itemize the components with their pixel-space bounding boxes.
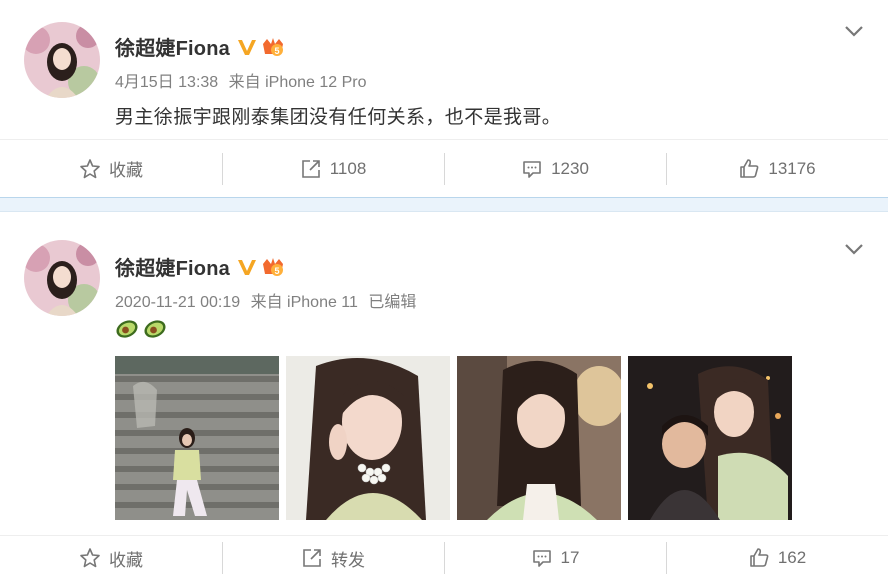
avocado-emoji [144, 320, 166, 338]
post-meta: 4月15日 13:38 来自 iPhone 12 Pro [115, 68, 367, 92]
username[interactable]: 徐超婕Fiona [115, 252, 230, 281]
repost-count: 1108 [329, 158, 367, 178]
action-bar: 收藏 1108 1230 13176 [0, 139, 888, 197]
post-emojis [115, 318, 167, 340]
comment-bubble-icon [523, 160, 541, 178]
thumbs-up-icon [740, 158, 759, 178]
edited-label[interactable]: 已编辑 [368, 294, 416, 311]
post-photo[interactable] [628, 356, 792, 520]
username[interactable]: 徐超婕Fiona [115, 32, 230, 61]
chevron-down-icon[interactable] [844, 24, 864, 38]
post-source: 来自 iPhone 11 [250, 294, 358, 311]
post-card: 徐超婕Fiona 5 4月15日 13:38 来自 iPhone 12 Pro … [0, 0, 888, 197]
post-source: 来自 iPhone 12 Pro [228, 74, 367, 91]
repost-label: 转发 [331, 550, 365, 570]
post-timestamp[interactable]: 2020-11-21 00:19 [115, 294, 240, 311]
share-arrow-icon [301, 159, 320, 178]
share-arrow-icon [303, 549, 321, 567]
star-icon [80, 548, 100, 568]
star-icon [80, 158, 100, 178]
post-photo[interactable] [286, 356, 450, 520]
feed-divider [0, 197, 888, 212]
favorite-button[interactable]: 收藏 [0, 153, 222, 185]
avocado-emoji [116, 320, 138, 338]
post-timestamp[interactable]: 4月15日 13:38 [115, 74, 218, 91]
like-count: 13176 [768, 158, 816, 178]
favorite-button[interactable]: 收藏 [0, 542, 222, 574]
photo-grid [115, 356, 792, 520]
svg-text:5: 5 [274, 266, 279, 276]
level-badge-icon: 5 [262, 257, 283, 276]
post-text: 男主徐振宇跟刚泰集团没有任何关系，也不是我哥。 [115, 107, 562, 128]
svg-text:5: 5 [274, 46, 279, 56]
post-photo[interactable] [115, 356, 279, 520]
verified-badge-icon [237, 39, 256, 55]
like-button[interactable]: 13176 [666, 152, 888, 185]
level-badge-icon: 5 [262, 37, 283, 56]
action-bar: 收藏 转发 17 162 [0, 535, 888, 580]
post-photo[interactable] [457, 356, 621, 520]
comment-count: 1230 [551, 158, 589, 178]
like-button[interactable]: 162 [666, 542, 888, 574]
repost-button[interactable]: 转发 [222, 542, 444, 574]
comment-button[interactable]: 1230 [444, 152, 666, 185]
comment-count: 17 [560, 548, 580, 567]
favorite-label: 收藏 [109, 161, 143, 180]
favorite-label: 收藏 [109, 550, 143, 570]
verified-badge-icon [237, 259, 256, 275]
like-count: 162 [777, 548, 807, 567]
user-avatar[interactable] [24, 240, 100, 316]
chevron-down-icon[interactable] [844, 242, 864, 256]
comment-bubble-icon [532, 550, 551, 567]
post-meta: 2020-11-21 00:19 来自 iPhone 11 已编辑 [115, 288, 416, 312]
repost-button[interactable]: 1108 [222, 152, 444, 185]
thumbs-up-icon [750, 548, 769, 567]
user-avatar[interactable] [24, 22, 100, 98]
post-card: 徐超婕Fiona 5 2020-11-21 00:19 来自 iPhone 11… [0, 212, 888, 580]
comment-button[interactable]: 17 [444, 542, 666, 574]
